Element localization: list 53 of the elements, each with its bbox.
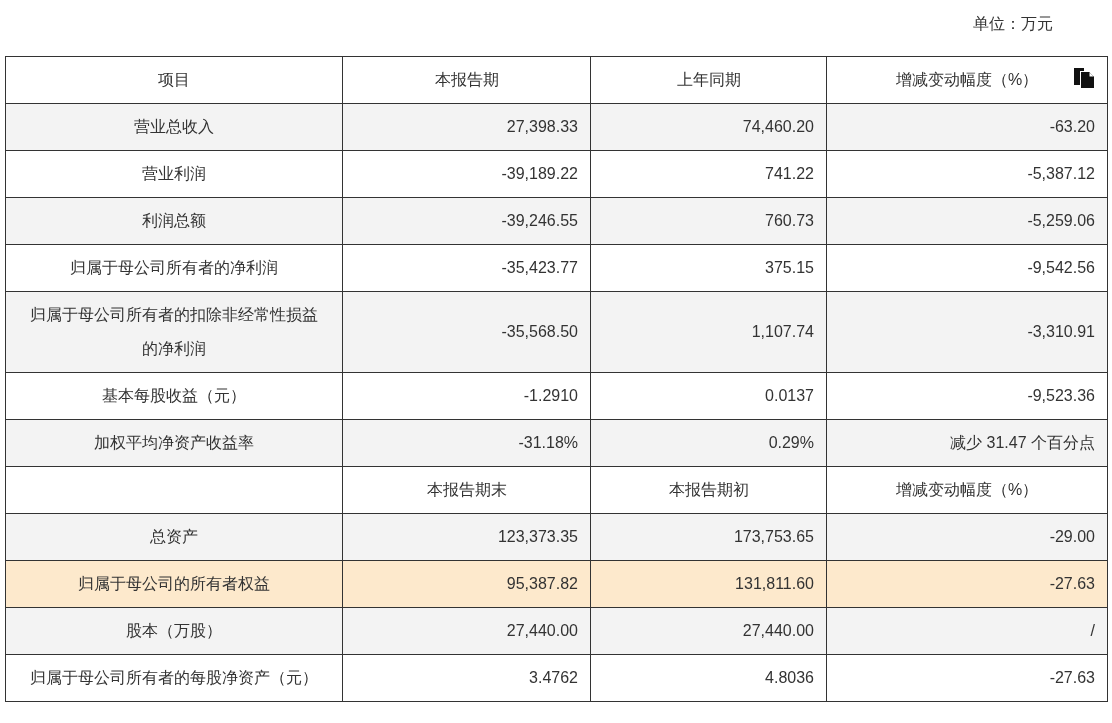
table-cell: 123,373.35: [497, 528, 578, 545]
table-cell: 0.29%: [768, 434, 814, 451]
table-cell: 27,398.33: [506, 118, 578, 135]
table-cell: -39,189.22: [501, 165, 578, 182]
column-header: 项目: [5, 56, 343, 104]
table-cell: -5,259.06: [1027, 212, 1095, 229]
row-label: 利润总额: [142, 212, 206, 229]
table-cell: 3.4762: [529, 669, 578, 686]
table-cell: 27,440.00: [506, 622, 578, 639]
table-cell: -1.2910: [523, 387, 578, 404]
row-label: 归属于母公司的所有者权益: [78, 575, 270, 592]
table-cell: -5,387.12: [1027, 165, 1095, 182]
table-cell: -63.20: [1049, 118, 1095, 135]
table-cell: 0.0137: [765, 387, 814, 404]
row-label: 归属于母公司所有者的扣除非经常性损益的净利润: [30, 306, 318, 357]
column-header: 本报告期: [342, 56, 591, 104]
table-cell: 4.8036: [765, 669, 814, 686]
column-header: 增减变动幅度（%）: [826, 56, 1108, 104]
row-label: 营业利润: [142, 165, 206, 182]
table-cell: -27.63: [1049, 669, 1095, 686]
table-cell: -35,568.50: [501, 323, 578, 340]
table-cell: 173,753.65: [733, 528, 814, 545]
table-cell: /: [1090, 622, 1095, 639]
table-cell: -9,523.36: [1027, 387, 1095, 404]
table-cell: 131,811.60: [735, 575, 814, 592]
table-cell: 减少 31.47 个百分点: [950, 434, 1095, 451]
table-cell: -3,310.91: [1027, 323, 1095, 340]
unit-label: 单位：万元: [973, 14, 1053, 34]
row-label: 基本每股收益（元）: [102, 387, 246, 404]
row-label: 加权平均净资产收益率: [94, 434, 254, 451]
table-cell: 74,460.20: [742, 118, 814, 135]
table-cell: 741.22: [765, 165, 814, 182]
table-cell: 95,387.82: [506, 575, 578, 592]
table-cell: -35,423.77: [501, 259, 578, 276]
table-cell: 760.73: [765, 212, 814, 229]
table-cell: -31.18%: [518, 434, 578, 451]
row-label: 股本（万股）: [126, 622, 222, 639]
row-label: 总资产: [150, 528, 198, 545]
table-cell: -27.63: [1049, 575, 1095, 592]
row-label: 归属于母公司所有者的净利润: [70, 259, 278, 276]
copy-icon[interactable]: [1073, 67, 1095, 89]
table-cell: 27,440.00: [742, 622, 814, 639]
table-cell: -9,542.56: [1027, 259, 1095, 276]
column-header: 上年同期: [590, 56, 827, 104]
row-label: 营业总收入: [134, 118, 214, 135]
column-header: 本报告期初: [668, 481, 749, 498]
column-header: 本报告期末: [426, 481, 507, 498]
row-label: 归属于母公司所有者的每股净资产（元）: [30, 669, 318, 686]
table-cell: 1,107.74: [751, 323, 814, 340]
table-cell: -29.00: [1049, 528, 1095, 545]
column-header: 增减变动幅度（%）: [895, 481, 1039, 498]
table-cell: 375.15: [765, 259, 814, 276]
table-cell: -39,246.55: [501, 212, 578, 229]
